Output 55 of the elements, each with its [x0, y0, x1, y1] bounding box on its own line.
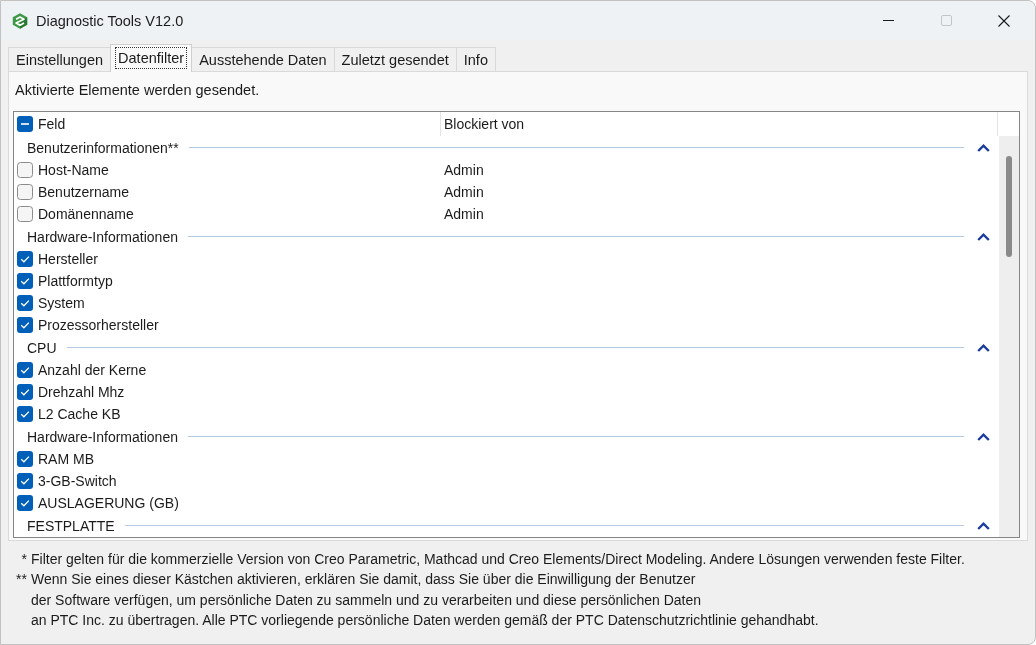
checkbox[interactable] — [17, 162, 33, 178]
chevron-up-icon[interactable] — [977, 232, 990, 241]
checkbox[interactable] — [17, 406, 33, 422]
tab[interactable]: Zuletzt gesendet — [333, 47, 457, 71]
blocked-by-text: Admin — [444, 184, 484, 200]
group-title: FESTPLATTE — [27, 517, 115, 534]
checkbox[interactable] — [17, 384, 33, 400]
field-label: Domänenname — [38, 206, 134, 222]
checkbox[interactable] — [17, 206, 33, 222]
field-label: L2 Cache KB — [38, 406, 121, 422]
field-label: 3-GB-Switch — [38, 473, 117, 489]
column-header: Blockiert von — [444, 116, 525, 132]
window-title: Diagnostic Tools V12.0 — [36, 12, 184, 29]
group-title: Hardware-Informationen — [27, 428, 178, 445]
checkbox[interactable] — [17, 362, 33, 378]
group-title: CPU — [27, 339, 57, 356]
field-label: RAM MB — [38, 451, 94, 467]
tab[interactable]: Datenfilter — [110, 44, 193, 72]
field-label: System — [38, 295, 85, 311]
field-label: Prozessorhersteller — [38, 317, 159, 333]
chevron-up-icon[interactable] — [977, 343, 990, 352]
footnote-text: ** Wenn Sie eines dieser Kästchen aktivieren, erklären Sie damit, dass Sie über die Einwilligung der Benutzer der Software verfügen, um persönliche Daten zu sammeln und zu verarbeiten und diese persönlichen Daten an PTC Inc. zu übertragen. Alle PTC vorliegende persönliche Daten werden gemäß der PTC Datenschutzrichtlinie gehandhabt. — [15, 570, 820, 630]
chevron-up-icon[interactable] — [977, 521, 990, 530]
description-text: Aktivierte Elemente werden gesendet. — [15, 81, 261, 100]
field-label: Hersteller — [38, 251, 98, 267]
minimize-icon — [882, 20, 894, 21]
checkbox[interactable] — [17, 473, 33, 489]
checkbox[interactable] — [17, 184, 33, 200]
checkbox[interactable] — [17, 251, 33, 267]
checkbox[interactable] — [17, 273, 33, 289]
field-label: Benutzername — [38, 184, 130, 200]
field-label: Anzahl der Kerne — [38, 362, 147, 378]
hexagon-logo-icon — [12, 12, 28, 29]
checkbox[interactable] — [17, 295, 33, 311]
group-title: Hardware-Informationen — [27, 228, 178, 245]
tab[interactable]: Info — [455, 47, 496, 71]
column-header: Feld — [38, 116, 66, 132]
field-label: Plattformtyp — [38, 273, 113, 289]
scrollbar-thumb[interactable] — [1006, 156, 1012, 257]
field-label: Drehzahl Mhz — [38, 384, 125, 400]
field-label: Host-Name — [38, 162, 109, 178]
checkbox[interactable] — [17, 317, 33, 333]
footnote-text: * Filter gelten für die kommerzielle Version von Creo Parametric, Mathcad und Creo Elements/Direct Modeling. Andere Lösungen verwenden feste Filter. — [20, 550, 966, 569]
chevron-up-icon[interactable] — [977, 143, 990, 152]
checkbox[interactable] — [17, 495, 33, 511]
blocked-by-text: Admin — [444, 162, 484, 178]
group-title: Benutzerinformationen** — [27, 139, 179, 156]
tab[interactable]: Einstellungen — [8, 47, 112, 71]
blocked-by-text: Admin — [444, 206, 484, 222]
close-icon — [998, 14, 1010, 27]
select-all-checkbox[interactable] — [17, 116, 33, 132]
chevron-up-icon[interactable] — [977, 432, 990, 441]
field-label: AUSLAGERUNG (GB) — [38, 495, 179, 511]
maximize-icon — [940, 15, 952, 26]
checkbox[interactable] — [17, 451, 33, 467]
